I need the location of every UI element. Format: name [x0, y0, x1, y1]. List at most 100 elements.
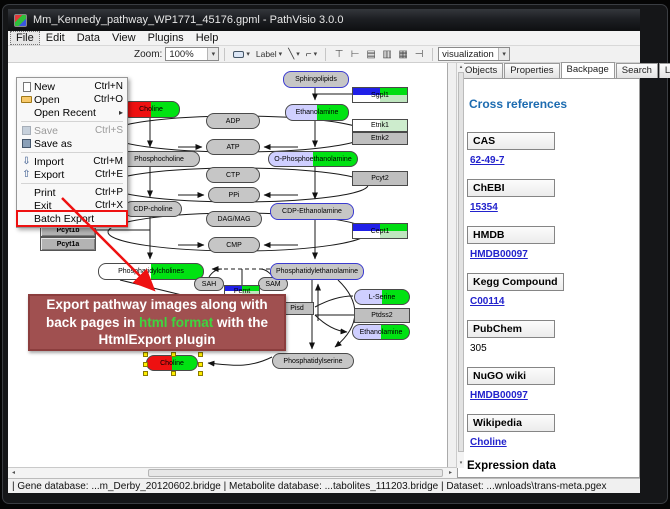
file-menu-item-import[interactable]: ⇩ImportCtrl+M: [18, 155, 126, 168]
menubar-item-file[interactable]: File: [10, 31, 40, 45]
chevron-down-icon: ▾: [296, 50, 300, 58]
file-menu-item-batch-export[interactable]: Batch Export: [18, 212, 126, 225]
menu-item-icon-empty: [19, 107, 34, 119]
pathway-node-sah[interactable]: SAH: [194, 277, 224, 291]
xref-link[interactable]: 15354: [470, 202, 630, 213]
xref-section-hmdb: HMDB HMDB00097: [467, 225, 630, 260]
pathway-node-l-serine[interactable]: L-Serine: [354, 289, 410, 305]
scroll-down-icon[interactable]: ▾: [457, 459, 465, 468]
pathway-node-o-phosphoethanolamine[interactable]: O-Phosphoethanolamine: [268, 151, 358, 167]
export-icon: ⇧: [19, 169, 34, 181]
vertical-scroll-thumb[interactable]: [458, 72, 464, 452]
file-menu-item-exit[interactable]: ExitCtrl+X: [18, 199, 126, 212]
app-content: FileEditDataViewPluginsHelp Zoom: 100% ▾…: [8, 31, 640, 493]
xref-link[interactable]: Choline: [470, 437, 630, 448]
scroll-up-icon[interactable]: ▴: [457, 63, 465, 72]
pathway-node-choline[interactable]: Choline: [146, 355, 198, 371]
pathway-node-cmp[interactable]: CMP: [208, 237, 260, 253]
canvas-vertical-scrollbar[interactable]: ▴ ▾: [456, 63, 464, 468]
pathway-node-phosphatidylserine[interactable]: Phosphatidylserine: [272, 353, 354, 369]
xref-link[interactable]: HMDB00097: [470, 390, 630, 401]
selection-handle[interactable]: [198, 352, 203, 357]
xref-source-box: CAS: [467, 132, 555, 150]
file-menu-item-open-recent[interactable]: Open Recent▸: [18, 106, 126, 119]
pathway-node-cdp-ethanolamine[interactable]: CDP-Ethanolamine: [270, 203, 354, 220]
distribute-columns-icon[interactable]: ▥: [379, 47, 395, 62]
line-icon: ╲: [288, 49, 294, 60]
pathway-node-adp[interactable]: ADP: [206, 113, 260, 129]
canvas-horizontal-scrollbar[interactable]: ◂ ▸: [8, 467, 456, 478]
file-menu-item-print[interactable]: PrintCtrl+P: [18, 186, 126, 199]
file-menu-item-new[interactable]: NewCtrl+N: [18, 80, 126, 93]
label-tool-button[interactable]: Label ▾: [253, 47, 285, 62]
pathway-node-pcyt1a[interactable]: Pcyt1a: [40, 237, 96, 251]
pathway-node-etnk1[interactable]: Etnk1: [352, 119, 408, 132]
xref-link[interactable]: 62-49-7: [470, 155, 630, 166]
line-tool-button[interactable]: ╲ ▾: [285, 47, 303, 62]
stack-icon[interactable]: ⊣: [411, 47, 427, 62]
pathway-node-phosphatidylcholines[interactable]: Phosphatidylcholines: [98, 263, 204, 280]
horizontal-scroll-thumb[interactable]: [148, 469, 443, 477]
pathway-node-choline[interactable]: Choline: [122, 101, 180, 118]
pathway-node-ethanolamine[interactable]: Ethanolamine: [285, 104, 349, 121]
file-menu-item-export[interactable]: ⇧ExportCtrl+E: [18, 168, 126, 181]
save-icon: [19, 125, 34, 137]
zoom-combobox[interactable]: 100% ▾: [165, 47, 219, 61]
selection-handle[interactable]: [198, 371, 203, 376]
pathway-node-atp[interactable]: ATP: [206, 139, 260, 155]
pathway-node-cept1[interactable]: Cept1: [352, 223, 408, 239]
pathway-node-sgpl1[interactable]: Sgpl1: [352, 87, 408, 103]
common-size-icon[interactable]: ▦: [395, 47, 411, 62]
xref-source-box: Kegg Compound: [467, 273, 564, 291]
xref-link[interactable]: C00114: [470, 296, 630, 307]
menubar-item-edit[interactable]: Edit: [40, 31, 71, 45]
pathway-node-etnk2[interactable]: Etnk2: [352, 132, 408, 145]
tab-search[interactable]: Search: [616, 63, 658, 78]
scroll-right-icon[interactable]: ▸: [445, 468, 456, 478]
pathway-node-phosphatidylethanolamine[interactable]: Phosphatidylethanolamine: [270, 263, 364, 280]
pathway-node-ctp[interactable]: CTP: [206, 167, 260, 183]
cross-references-heading: Cross references: [469, 97, 630, 111]
pathway-node-pcyt2[interactable]: Pcyt2: [352, 171, 408, 186]
align-center-vertical-icon[interactable]: ⊢: [347, 47, 363, 62]
scroll-left-icon[interactable]: ◂: [8, 468, 19, 478]
tab-properties[interactable]: Properties: [504, 63, 559, 78]
backpage-panel: Cross references CAS62-49-7ChEBI15354HMD…: [457, 78, 640, 478]
menubar-item-data[interactable]: Data: [71, 31, 106, 45]
xref-source-box: HMDB: [467, 226, 555, 244]
connector-tool-button[interactable]: ⌐ ▾: [303, 47, 320, 62]
pathway-node-ppi[interactable]: PPi: [208, 187, 260, 203]
gene-datanode-button[interactable]: ▾: [230, 47, 253, 62]
selection-handle[interactable]: [143, 352, 148, 357]
new-file-icon: [19, 81, 34, 93]
file-menu-item-open[interactable]: OpenCtrl+O: [18, 93, 126, 106]
selection-handle[interactable]: [143, 371, 148, 376]
pathway-node-phosphocholine[interactable]: Phosphocholine: [118, 151, 200, 167]
menubar-item-help[interactable]: Help: [190, 31, 225, 45]
pathway-node-ethanolamine[interactable]: Ethanolamine: [352, 324, 410, 340]
pathway-node-dag-mag[interactable]: DAG/MAG: [206, 211, 262, 227]
visualization-combobox[interactable]: visualization ▾: [438, 47, 510, 61]
menubar-item-plugins[interactable]: Plugins: [142, 31, 190, 45]
menubar-item-view[interactable]: View: [106, 31, 142, 45]
pathway-node-ptdss2[interactable]: Ptdss2: [354, 308, 410, 323]
selection-handle[interactable]: [171, 371, 176, 376]
xref-source-box: PubChem: [467, 320, 555, 338]
file-menu-item-save[interactable]: SaveCtrl+S: [18, 124, 126, 137]
align-center-horizontal-icon[interactable]: ⊤: [331, 47, 347, 62]
import-icon: ⇩: [19, 156, 34, 168]
chevron-down-icon[interactable]: ▾: [498, 48, 509, 60]
pathway-node-cdp-choline[interactable]: CDP-choline: [124, 201, 182, 217]
selection-handle[interactable]: [171, 352, 176, 357]
selection-handle[interactable]: [198, 362, 203, 367]
tab-objects[interactable]: Objects: [459, 63, 503, 78]
file-menu-item-save-as[interactable]: Save as: [18, 137, 126, 150]
tab-backpage[interactable]: Backpage: [561, 62, 615, 78]
selection-handle[interactable]: [143, 362, 148, 367]
chevron-down-icon[interactable]: ▾: [207, 48, 218, 60]
tab-legend[interactable]: Legend: [659, 63, 670, 78]
alignment-toolbar-group: ⊤⊢▤▥▦⊣: [331, 47, 427, 62]
distribute-rows-icon[interactable]: ▤: [363, 47, 379, 62]
xref-link[interactable]: HMDB00097: [470, 249, 630, 260]
pathway-node-sphingolipids[interactable]: Sphingolipids: [283, 71, 349, 88]
